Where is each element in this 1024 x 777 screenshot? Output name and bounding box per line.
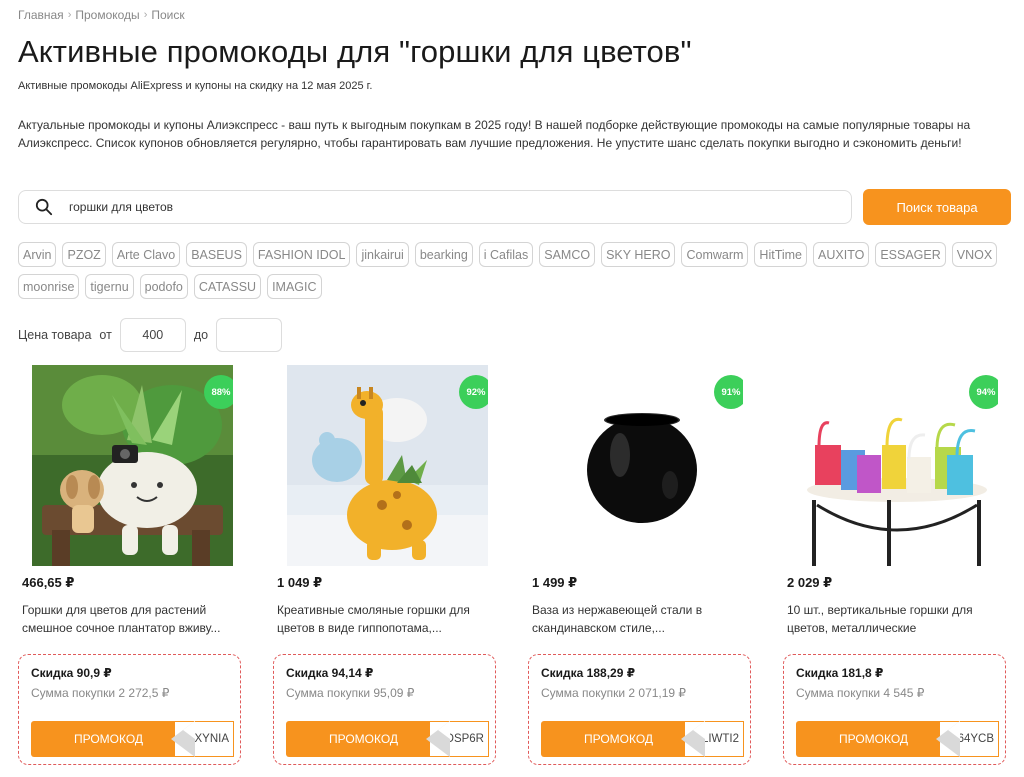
product-image[interactable]: 94% [797, 365, 998, 566]
promo-box: Скидка 90,9 ₽ Сумма покупки 2 272,5 ₽ ПР… [18, 654, 241, 765]
promo-min-sum: Сумма покупки 2 272,5 ₽ [31, 686, 170, 700]
brand-chip[interactable]: SAMCO [539, 242, 596, 267]
search-box [18, 190, 852, 224]
promo-box: Скидка 181,8 ₽ Сумма покупки 4 545 ₽ ПРО… [783, 654, 1006, 765]
promo-min-sum: Сумма покупки 4 545 ₽ [796, 686, 925, 700]
fold-corner-icon [426, 721, 450, 757]
page-description: Актуальные промокоды и купоны Алиэкспрес… [18, 118, 971, 150]
brand-chip[interactable]: Arvin [18, 242, 57, 267]
brand-chip[interactable]: podofo [139, 274, 188, 299]
promo-discount: Скидка 94,14 ₽ [286, 666, 374, 680]
product-title[interactable]: Креативные смоляные горшки для цветов в … [277, 601, 497, 637]
fold-corner-icon [171, 721, 195, 757]
brand-filter-list: Arvin PZOZ Arte Clavo BASEUS FASHION IDOL jin… [18, 242, 1012, 299]
fold-corner-icon [936, 721, 960, 757]
brand-chip[interactable]: FASHION IDOL [252, 242, 351, 267]
brand-chip[interactable]: CATASSU [193, 274, 262, 299]
price-from-label: от [99, 328, 112, 342]
page-title: Активные промокоды для "горшки для цвето… [18, 34, 692, 69]
search-icon [35, 198, 53, 216]
promo-discount: Скидка 181,8 ₽ [796, 666, 884, 680]
price-filter: Цена товара от 400 до [18, 318, 283, 352]
product-image[interactable]: 88% [32, 365, 233, 566]
promo-button-label: ПРОМОКОД [583, 732, 654, 746]
breadcrumb: Главная › Промокоды › Поиск [18, 8, 185, 22]
price-filter-label: Цена товара [18, 328, 92, 342]
promo-box: Скидка 94,14 ₽ Сумма покупки 95,09 ₽ ПРО… [273, 654, 496, 765]
product-price: 466,65 ₽ [22, 575, 75, 590]
promo-discount: Скидка 188,29 ₽ [541, 666, 636, 680]
chevron-right-icon: › [143, 9, 148, 21]
promo-box: Скидка 188,29 ₽ Сумма покупки 2 071,19 ₽… [528, 654, 751, 765]
promo-min-sum: Сумма покупки 95,09 ₽ [286, 686, 415, 700]
brand-chip[interactable]: VNOX [951, 242, 998, 267]
product-title[interactable]: 10 шт., вертикальные горшки для цветов, … [787, 601, 1007, 637]
brand-chip[interactable]: AUXITO [813, 242, 870, 267]
product-price: 1 499 ₽ [532, 575, 578, 590]
product-image[interactable]: 91% [542, 365, 743, 566]
product-title[interactable]: Горшки для цветов для растений смешное с… [22, 601, 242, 637]
chevron-right-icon: › [67, 9, 72, 21]
breadcrumb-search: Поиск [151, 8, 185, 22]
brand-chip[interactable]: BASEUS [186, 242, 247, 267]
promo-button-label: ПРОМОКОД [73, 732, 144, 746]
brand-chip[interactable]: bearking [414, 242, 473, 267]
brand-chip[interactable]: Arte Clavo [111, 242, 181, 267]
match-badge: 91% [714, 375, 743, 409]
promo-discount: Скидка 90,9 ₽ [31, 666, 112, 680]
match-badge: 94% [969, 375, 998, 409]
search-button[interactable]: Поиск товара [863, 189, 1011, 225]
promo-code-button[interactable]: ПРОМОКОД 1XYNIA [31, 721, 234, 757]
promo-min-sum: Сумма покупки 2 071,19 ₽ [541, 686, 687, 700]
promo-button-label: ПРОМОКОД [328, 732, 399, 746]
fold-corner-icon [681, 721, 705, 757]
brand-chip[interactable]: IMAGIC [267, 274, 322, 299]
promo-code-button[interactable]: ПРОМОКОД OSP6R [286, 721, 489, 757]
promo-code-button[interactable]: ПРОМОКОД 64YCB [796, 721, 999, 757]
brand-chip[interactable]: HitTime [754, 242, 808, 267]
brand-chip[interactable]: jinkairui [356, 242, 409, 267]
product-price: 2 029 ₽ [787, 575, 833, 590]
product-title[interactable]: Ваза из нержавеющей стали в скандинавско… [532, 601, 752, 637]
brand-chip[interactable]: moonrise [18, 274, 80, 299]
breadcrumb-home[interactable]: Главная [18, 8, 64, 22]
price-from-input[interactable]: 400 [119, 318, 186, 352]
page-subtitle: Активные промокоды AliExpress и купоны н… [18, 80, 373, 92]
product-image[interactable]: 92% [287, 365, 488, 566]
search-input[interactable] [67, 199, 851, 215]
brand-chip[interactable]: tigernu [85, 274, 134, 299]
match-badge: 88% [204, 375, 233, 409]
price-to-label: до [193, 328, 209, 342]
brand-chip[interactable]: Comwarm [681, 242, 749, 267]
breadcrumb-promocodes[interactable]: Промокоды [75, 8, 139, 22]
match-badge: 92% [459, 375, 488, 409]
brand-chip[interactable]: SKY HERO [601, 242, 676, 267]
brand-chip[interactable]: ESSAGER [875, 242, 946, 267]
price-to-input[interactable] [216, 318, 283, 352]
brand-chip[interactable]: PZOZ [62, 242, 106, 267]
product-price: 1 049 ₽ [277, 575, 323, 590]
brand-chip[interactable]: i Cafilas [478, 242, 534, 267]
promo-button-label: ПРОМОКОД [838, 732, 909, 746]
promo-code-button[interactable]: ПРОМОКОД LIWTI2 [541, 721, 744, 757]
